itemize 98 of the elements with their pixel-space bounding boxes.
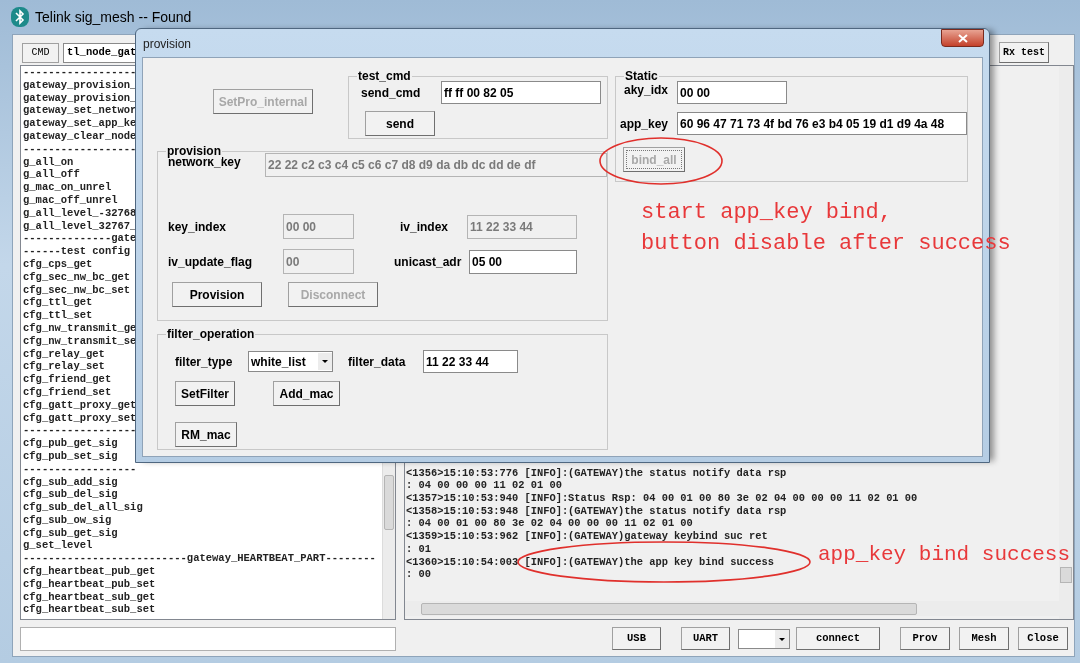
dropdown-icon bbox=[775, 629, 789, 648]
input-field[interactable]: 11 22 33 44 bbox=[423, 350, 518, 373]
list-item[interactable]: cfg_sec_nw_bc_set bbox=[23, 283, 131, 297]
list-item[interactable]: ------test config bbox=[23, 245, 131, 258]
list-item[interactable]: g_mac_on_unrel bbox=[23, 181, 112, 194]
bluetooth-icon bbox=[11, 7, 29, 27]
group-title: provision bbox=[166, 143, 222, 159]
list-item[interactable]: --------------------------gateway_HEARTBEAT_PART-------- bbox=[23, 552, 376, 566]
log-line: : 01 bbox=[406, 542, 431, 556]
toolbar-button[interactable]: UART bbox=[681, 627, 730, 650]
list-item[interactable]: cfg_ttl_set bbox=[23, 309, 93, 322]
list-item[interactable]: cfg_heartbeat_pub_set bbox=[23, 577, 156, 591]
list-item[interactable]: cfg_sub_del_sig bbox=[23, 488, 118, 502]
field-label: filter_type bbox=[175, 353, 234, 371]
log-line: <1358>15:10:53:948 [INFO]:(GATEWAY)the status notify data rsp bbox=[406, 504, 787, 518]
input-field[interactable]: 60 96 47 71 73 4f bd 76 e3 b4 05 19 d1 d9 4a 48 bbox=[677, 112, 967, 135]
list-item[interactable]: cfg_friend_get bbox=[23, 373, 112, 386]
filter-type-select[interactable]: white_list bbox=[248, 351, 333, 372]
provision-button[interactable]: Provision bbox=[172, 282, 262, 307]
close-icon bbox=[957, 33, 968, 43]
field-label: iv_update_flag bbox=[168, 253, 254, 271]
toolbar-button[interactable]: Prov bbox=[900, 627, 950, 650]
add-mac-button[interactable]: Add_mac bbox=[273, 381, 340, 406]
list-item[interactable]: cfg_heartbeat_sub_get bbox=[23, 590, 156, 604]
horizontal-scrollbar[interactable] bbox=[405, 601, 1059, 616]
log-line: <1360>15:10:54:003 [INFO]:(GATEWAY)the app key bind success bbox=[406, 555, 774, 569]
list-item[interactable]: cfg_sec_nw_bc_get bbox=[23, 270, 131, 284]
annotation-text: app_key bind success bbox=[818, 542, 1071, 568]
log-line: : 04 00 00 00 11 02 01 00 bbox=[406, 479, 562, 493]
annotation-text: start app_key bind, bbox=[641, 199, 893, 227]
log-line: : 04 00 01 00 80 3e 02 04 00 00 00 11 02 01 00 bbox=[406, 517, 693, 531]
list-item[interactable]: cfg_heartbeat_sub_set bbox=[23, 603, 156, 617]
list-item[interactable]: cfg_nw_transmit_se bbox=[23, 334, 137, 348]
list-item[interactable]: cfg_heartbeat_pub_get bbox=[23, 565, 156, 578]
input-field[interactable]: 00 00 bbox=[677, 81, 787, 104]
toolbar-button[interactable]: Mesh bbox=[959, 627, 1009, 650]
list-item[interactable]: cfg_pub_get_sig bbox=[23, 437, 118, 450]
list-item[interactable]: cfg_sub_add_sig bbox=[23, 475, 118, 489]
input-field[interactable] bbox=[20, 626, 396, 651]
list-item[interactable]: gateway_clear_node bbox=[23, 130, 137, 143]
list-item[interactable]: ------------------ bbox=[23, 424, 137, 438]
field-label: iv_index bbox=[400, 218, 450, 236]
list-item[interactable]: cfg_cps_get bbox=[23, 257, 93, 271]
list-item[interactable]: cfg_friend_set bbox=[23, 385, 112, 399]
group-title: filter_operation bbox=[166, 326, 256, 342]
send-button[interactable]: send bbox=[365, 111, 435, 136]
field-label: filter_data bbox=[348, 353, 407, 371]
list-item[interactable]: gateway_provision_ bbox=[23, 78, 137, 92]
list-item[interactable]: g_all_on bbox=[23, 155, 74, 169]
list-item[interactable]: ------------------ bbox=[23, 462, 137, 476]
list-item[interactable]: cfg_sub_del_all_sig bbox=[23, 501, 143, 514]
close-button[interactable] bbox=[941, 29, 984, 47]
input-field[interactable]: ff ff 00 82 05 bbox=[441, 81, 601, 104]
list-item[interactable]: g_all_level_-32768 bbox=[23, 206, 137, 220]
list-item[interactable]: cfg_gatt_proxy_set bbox=[23, 411, 137, 425]
list-item[interactable]: gateway_set_networ bbox=[23, 104, 137, 118]
rm-mac-button[interactable]: RM_mac bbox=[175, 422, 237, 447]
scrollbar-thumb[interactable] bbox=[421, 602, 917, 615]
set-filter-button[interactable]: SetFilter bbox=[175, 381, 235, 406]
rx-test-button[interactable]: Rx test bbox=[999, 42, 1049, 63]
list-item[interactable]: cfg_nw_transmit_ge bbox=[23, 321, 137, 335]
list-item[interactable]: g_mac_off_unrel bbox=[23, 193, 118, 207]
input-field[interactable]: 05 00 bbox=[469, 249, 577, 274]
field-label: aky_idx bbox=[624, 82, 670, 99]
list-item[interactable]: cfg_ttl_get bbox=[23, 296, 93, 310]
list-item[interactable]: gateway_set_app_ke bbox=[23, 117, 137, 130]
list-item[interactable]: g_set_level bbox=[23, 539, 93, 553]
list-item[interactable]: cfg_sub_ow_sig bbox=[23, 513, 112, 527]
list-item[interactable]: cfg_sub_get_sig bbox=[23, 526, 118, 540]
log-line: : 00 bbox=[406, 568, 431, 581]
log-line: <1359>15:10:53:962 [INFO]:(GATEWAY)gateway keybind suc ret bbox=[406, 530, 768, 543]
scrollbar-thumb[interactable] bbox=[384, 475, 394, 530]
toolbar-button[interactable]: connect bbox=[796, 627, 880, 650]
log-line: <1357>15:10:53:940 [INFO]:Status Rsp: 04 00 01 00 80 3e 02 04 00 00 00 11 02 01 00 bbox=[406, 492, 918, 505]
scrollbar-thumb[interactable] bbox=[1060, 567, 1072, 583]
list-item[interactable]: --------------gate bbox=[23, 232, 137, 246]
list-item[interactable]: ------------------ bbox=[23, 142, 137, 156]
list-item[interactable]: cfg_gatt_proxy_get bbox=[23, 398, 137, 412]
list-item[interactable]: g_all_level_32767_ bbox=[23, 219, 137, 233]
toolbar-button[interactable]: USB bbox=[612, 627, 661, 650]
list-item[interactable]: cfg_pub_set_sig bbox=[23, 449, 118, 463]
field-label: send_cmd bbox=[361, 84, 422, 102]
field-label: unicast_adr bbox=[394, 253, 463, 271]
dropdown-icon bbox=[318, 353, 332, 370]
list-item[interactable]: cfg_relay_set bbox=[23, 360, 105, 374]
cmd-tab[interactable]: CMD bbox=[22, 42, 59, 63]
window-title: Telink sig_mesh -- Found bbox=[35, 7, 192, 27]
dialog-title: provision bbox=[143, 36, 192, 53]
field-label: app_key bbox=[620, 115, 670, 133]
list-item[interactable]: g_all_off bbox=[23, 168, 80, 182]
list-item[interactable]: cfg_relay_get bbox=[23, 347, 105, 361]
port-select[interactable] bbox=[738, 628, 790, 649]
list-item[interactable]: ------------------ bbox=[23, 66, 137, 79]
log-line: <1356>15:10:53:776 [INFO]:(GATEWAY)the status notify data rsp bbox=[406, 466, 787, 480]
field-label: key_index bbox=[168, 218, 228, 236]
list-item[interactable]: gateway_provision_ bbox=[23, 91, 137, 105]
group-title: test_cmd bbox=[357, 68, 412, 84]
toolbar-button[interactable]: Close bbox=[1018, 627, 1068, 650]
